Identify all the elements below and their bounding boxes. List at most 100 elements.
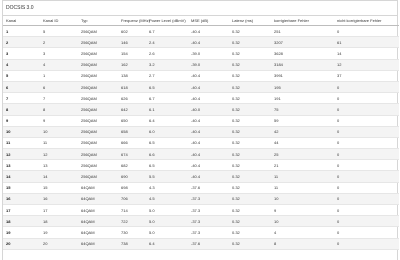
cell-mse: -37.6 <box>188 182 229 194</box>
cell-frequenz: 642 <box>118 103 146 116</box>
cell-latenz: 0.32 <box>229 148 271 161</box>
cell-typ: 64QAM <box>78 226 118 239</box>
cell-kanal: 17 <box>3 204 40 217</box>
table-row: 6 6 256QAM 618 6.5 -40.4 0.32 195 0 <box>3 81 399 94</box>
table-row: 7 7 256QAM 626 6.7 -40.4 0.32 191 0 <box>3 92 399 105</box>
cell-frequenz: 690 <box>118 170 146 183</box>
cell-kanal-id: 17 <box>40 204 78 217</box>
table-row: 2 2 256QAM 146 2.4 -40.4 0.32 3207 61 <box>3 36 399 49</box>
cell-mse: -40.4 <box>188 137 229 150</box>
cell-latenz: 0.32 <box>229 92 271 105</box>
cell-korrigierbare-fehler: 195 <box>271 81 334 94</box>
table-row: 12 12 256QAM 674 6.6 -40.4 0.32 25 0 <box>3 148 399 161</box>
cell-typ: 64QAM <box>78 215 118 228</box>
cell-frequenz: 146 <box>118 36 146 49</box>
cell-kanal: 5 <box>3 70 40 82</box>
cell-mse: -40.4 <box>188 170 229 183</box>
cell-korrigierbare-fehler: 3628 <box>271 47 334 60</box>
cell-kanal: 14 <box>3 170 40 183</box>
cell-kanal-id: 18 <box>40 215 78 228</box>
cell-typ: 64QAM <box>78 193 118 206</box>
cell-mse: -40.4 <box>188 148 229 161</box>
cell-latenz: 0.32 <box>229 137 271 150</box>
cell-korrigierbare-fehler: 25 <box>271 148 334 161</box>
cell-typ: 64QAM <box>78 204 118 217</box>
cell-typ: 256QAM <box>78 126 118 138</box>
cell-frequenz: 730 <box>118 226 146 239</box>
cell-korrigierbare-fehler: 10 <box>271 193 334 206</box>
cell-frequenz: 154 <box>118 47 146 60</box>
cell-frequenz: 162 <box>118 59 146 71</box>
cell-latenz: 0.32 <box>229 36 271 49</box>
cell-mse: -40.4 <box>188 36 229 49</box>
header-mse: MSE (dB) <box>188 16 229 26</box>
cell-latenz: 0.32 <box>229 182 271 194</box>
cell-korrigierbare-fehler: 59 <box>271 115 334 127</box>
cell-latenz: 0.32 <box>229 170 271 183</box>
cell-mse: -40.4 <box>188 81 229 94</box>
table-row: 16 16 64QAM 706 4.5 -37.3 0.32 10 0 <box>3 193 399 206</box>
cell-frequenz: 706 <box>118 193 146 206</box>
table-row: 9 9 256QAM 650 6.4 -40.4 0.32 59 0 <box>3 115 399 127</box>
cell-nicht-korrigierbare-fehler: 0 <box>334 215 399 228</box>
cell-korrigierbare-fehler: 251 <box>271 25 334 38</box>
cell-kanal: 2 <box>3 36 40 49</box>
cell-kanal: 20 <box>3 238 40 250</box>
cell-typ: 256QAM <box>78 92 118 105</box>
cell-kanal: 4 <box>3 59 40 71</box>
cell-kanal: 7 <box>3 92 40 105</box>
cell-mse: -40.4 <box>188 25 229 38</box>
cell-frequenz: 618 <box>118 81 146 94</box>
cell-typ: 256QAM <box>78 70 118 82</box>
table-body: 1 5 256QAM 602 6.7 -40.4 0.32 251 0 2 2 256QAM 146 2.… <box>3 25 399 250</box>
cell-power-level: 5.5 <box>146 170 188 183</box>
cell-korrigierbare-fehler: 8 <box>271 238 334 250</box>
cell-korrigierbare-fehler: 3184 <box>271 59 334 71</box>
cell-nicht-korrigierbare-fehler: 0 <box>334 137 399 150</box>
cell-typ: 256QAM <box>78 36 118 49</box>
cell-nicht-korrigierbare-fehler: 61 <box>334 36 399 49</box>
cell-power-level: 6.4 <box>146 238 188 250</box>
header-kanal-id: Kanal ID <box>40 16 78 26</box>
table-row: 10 10 256QAM 658 6.0 -40.4 0.32 42 0 <box>3 126 399 138</box>
cell-kanal-id: 12 <box>40 148 78 161</box>
table-row: 18 18 64QAM 722 5.0 -37.3 0.32 10 0 <box>3 215 399 228</box>
cell-mse: -40.4 <box>188 126 229 138</box>
cell-korrigierbare-fehler: 3207 <box>271 36 334 49</box>
cell-latenz: 0.32 <box>229 25 271 38</box>
cell-kanal-id: 6 <box>40 81 78 94</box>
cell-latenz: 0.32 <box>229 103 271 116</box>
table-row: 8 8 256QAM 642 6.1 -40.0 0.32 75 0 <box>3 103 399 116</box>
cell-kanal-id: 20 <box>40 238 78 250</box>
cell-kanal: 19 <box>3 226 40 239</box>
cell-frequenz: 666 <box>118 137 146 150</box>
cell-kanal-id: 15 <box>40 182 78 194</box>
cell-power-level: 2.4 <box>146 36 188 49</box>
table-row: 19 19 64QAM 730 5.0 -37.3 0.32 4 0 <box>3 226 399 239</box>
cell-kanal-id: 5 <box>40 25 78 38</box>
cell-mse: -40.4 <box>188 115 229 127</box>
cell-mse: -37.3 <box>188 226 229 239</box>
cell-korrigierbare-fehler: 9 <box>271 204 334 217</box>
cell-nicht-korrigierbare-fehler: 0 <box>334 92 399 105</box>
cell-typ: 64QAM <box>78 238 118 250</box>
header-typ: Typ <box>78 16 118 26</box>
table-row: 11 11 256QAM 666 6.5 -40.4 0.32 44 0 <box>3 137 399 150</box>
cell-nicht-korrigierbare-fehler: 0 <box>334 115 399 127</box>
cell-power-level: 4.5 <box>146 193 188 206</box>
cell-kanal: 6 <box>3 81 40 94</box>
cell-power-level: 6.4 <box>146 115 188 127</box>
cell-power-level: 4.3 <box>146 182 188 194</box>
cell-kanal-id: 9 <box>40 115 78 127</box>
cell-kanal: 3 <box>3 47 40 60</box>
cell-korrigierbare-fehler: 3991 <box>271 70 334 82</box>
header-nicht-korrigierbare-fehler: nicht korrigierbare Fehler <box>334 16 399 26</box>
cell-kanal-id: 2 <box>40 36 78 49</box>
cell-nicht-korrigierbare-fehler: 37 <box>334 70 399 82</box>
table-row: 5 1 256QAM 138 2.7 -40.4 0.32 3991 37 <box>3 70 399 82</box>
cell-korrigierbare-fehler: 191 <box>271 92 334 105</box>
cell-kanal: 8 <box>3 103 40 116</box>
cell-mse: -40.0 <box>188 103 229 116</box>
cell-kanal-id: 19 <box>40 226 78 239</box>
header-korrigierbare-fehler: korrigierbare Fehler <box>271 16 334 26</box>
